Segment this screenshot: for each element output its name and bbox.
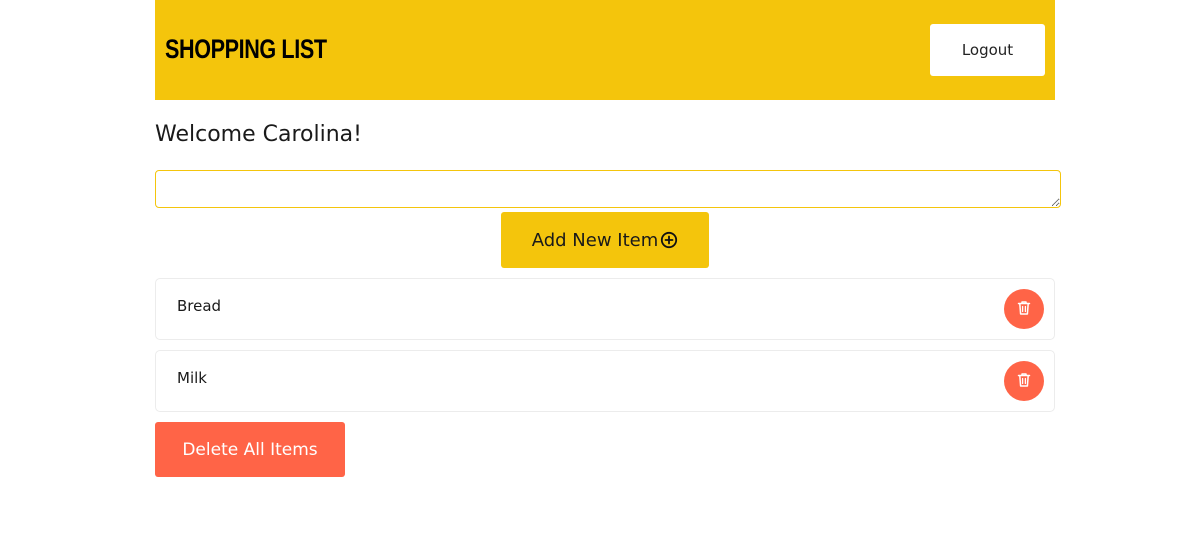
item-label: Milk [177, 369, 207, 387]
shopping-item-list: Bread Milk [155, 278, 1055, 422]
logout-button[interactable]: Logout [930, 24, 1045, 76]
delete-item-button[interactable] [1004, 361, 1044, 401]
item-label: Bread [177, 297, 222, 315]
plus-circle-icon [660, 231, 678, 249]
list-item: Bread [155, 278, 1055, 340]
app-header: Shopping List Logout [155, 0, 1055, 100]
shopping-list-page: Shopping List Logout Welcome Carolina! A… [0, 0, 1180, 559]
app-title: Shopping List [165, 34, 327, 64]
add-new-item-label: Add New Item [531, 229, 659, 251]
add-new-item-button[interactable]: Add New Item [501, 212, 709, 268]
new-item-input[interactable] [155, 170, 1061, 208]
list-item: Milk [155, 350, 1055, 412]
trash-icon [1015, 371, 1033, 392]
delete-item-button[interactable] [1004, 289, 1044, 329]
delete-all-items-button[interactable]: Delete All Items [155, 422, 345, 477]
trash-icon [1015, 299, 1033, 320]
welcome-message: Welcome Carolina! [155, 122, 362, 147]
